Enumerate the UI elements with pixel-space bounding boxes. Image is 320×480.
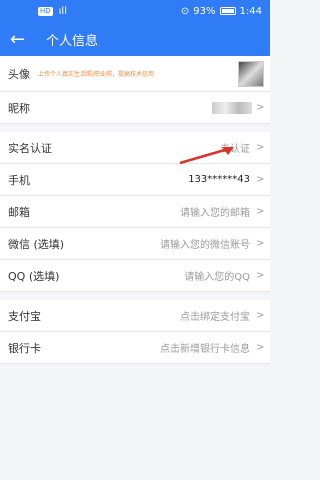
info-list: 实名认证 去认证 > 手机 133******43 > 邮箱 请输入您的邮箱 >… bbox=[0, 132, 270, 292]
chevron-right-icon: > bbox=[256, 342, 265, 353]
alipay-row[interactable]: 支付宝 点击绑定支付宝 > bbox=[0, 300, 270, 332]
top-nav: ← 个人信息 bbox=[0, 22, 270, 56]
chevron-right-icon: > bbox=[256, 270, 265, 281]
wechat-value: 请输入您的微信账号 bbox=[160, 240, 250, 251]
payment-list: 支付宝 点击绑定支付宝 > 银行卡 点击新增银行卡信息 > bbox=[0, 300, 270, 364]
battery-icon bbox=[219, 7, 236, 15]
chevron-right-icon: > bbox=[256, 174, 265, 185]
email-value: 请输入您的邮箱 bbox=[180, 208, 250, 219]
chevron-right-icon: > bbox=[256, 310, 265, 321]
battery-percent: 93% bbox=[193, 5, 216, 17]
qq-row[interactable]: QQ (选填) 请输入您的QQ > bbox=[0, 260, 270, 292]
avatar-label: 头像 bbox=[8, 67, 30, 81]
bank-value: 点击新增银行卡信息 bbox=[160, 344, 250, 355]
bank-row[interactable]: 银行卡 点击新增银行卡信息 > bbox=[0, 332, 270, 364]
bank-label: 银行卡 bbox=[8, 341, 41, 355]
phone-label: 手机 bbox=[8, 173, 30, 187]
signal-icon: ıll bbox=[58, 5, 67, 17]
alipay-value: 点击绑定支付宝 bbox=[180, 312, 250, 323]
back-arrow-icon[interactable]: ← bbox=[10, 29, 40, 50]
chevron-right-icon: > bbox=[256, 238, 265, 249]
status-bar: HD ıll ⊙ 93% 1:44 bbox=[0, 0, 270, 22]
realname-row[interactable]: 实名认证 去认证 > bbox=[0, 132, 270, 164]
wechat-label: 微信 (选填) bbox=[8, 237, 65, 251]
chevron-right-icon: > bbox=[256, 102, 265, 113]
qq-label: QQ (选填) bbox=[8, 269, 60, 283]
nickname-row[interactable]: 昵称 > bbox=[0, 92, 270, 124]
avatar-row[interactable]: 头像 上传个人真实生活照/职业照，提高技术信用 bbox=[0, 56, 270, 92]
phone-row[interactable]: 手机 133******43 > bbox=[0, 164, 270, 196]
phone-value: 133******43 bbox=[188, 174, 250, 185]
avatar-hint: 上传个人真实生活照/职业照，提高技术信用 bbox=[38, 71, 155, 78]
wechat-row[interactable]: 微信 (选填) 请输入您的微信账号 > bbox=[0, 228, 270, 260]
hd-icon: HD bbox=[38, 6, 53, 16]
email-row[interactable]: 邮箱 请输入您的邮箱 > bbox=[0, 196, 270, 228]
nickname-label: 昵称 bbox=[8, 101, 30, 115]
realname-value: 去认证 bbox=[220, 144, 250, 155]
chevron-right-icon: > bbox=[256, 142, 265, 153]
avatar[interactable] bbox=[238, 60, 264, 87]
page-title: 个人信息 bbox=[46, 33, 99, 49]
clock: 1:44 bbox=[239, 5, 262, 17]
nickname-value bbox=[212, 101, 252, 114]
alarm-icon: ⊙ bbox=[180, 5, 190, 17]
qq-value: 请输入您的QQ bbox=[184, 272, 250, 283]
profile-list: 头像 上传个人真实生活照/职业照，提高技术信用 昵称 > bbox=[0, 56, 270, 124]
alipay-label: 支付宝 bbox=[8, 309, 41, 323]
chevron-right-icon: > bbox=[256, 206, 265, 217]
email-label: 邮箱 bbox=[8, 205, 30, 219]
realname-label: 实名认证 bbox=[8, 141, 52, 155]
